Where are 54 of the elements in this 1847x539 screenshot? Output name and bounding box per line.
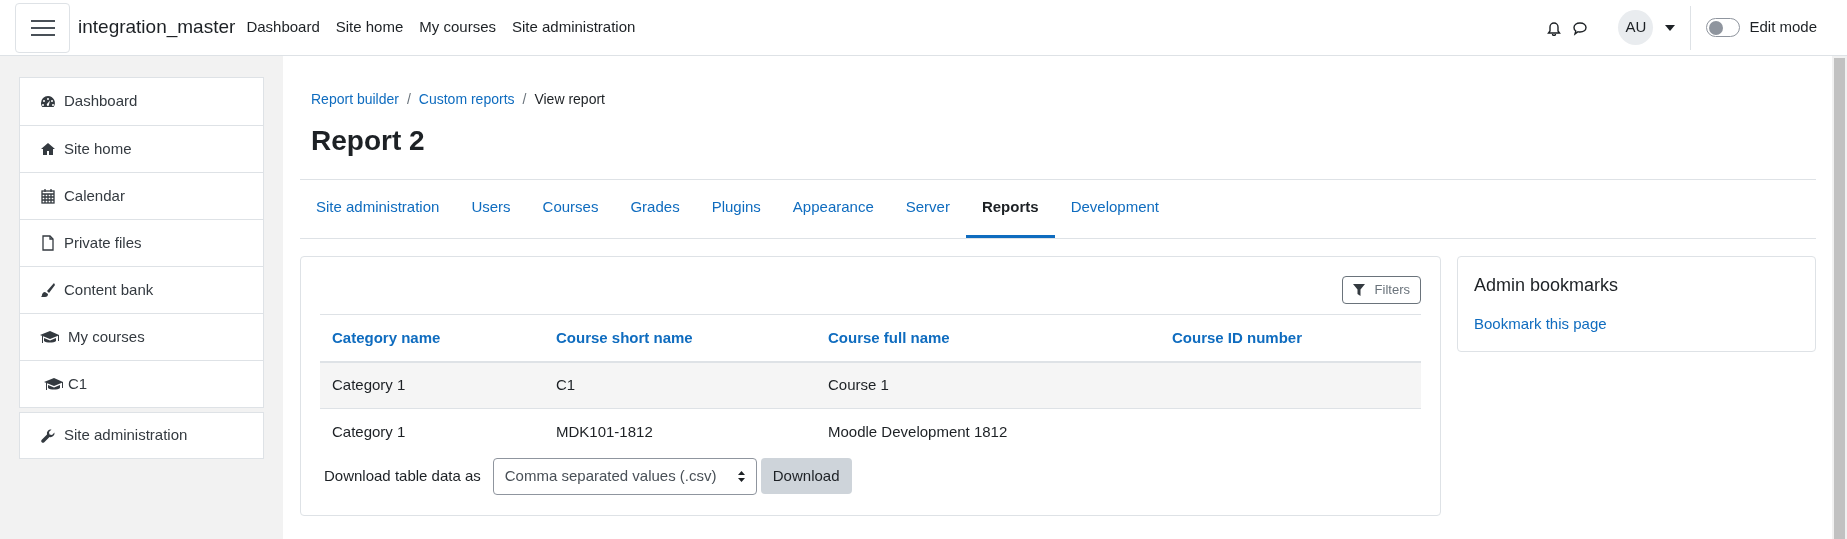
sidebar-item-label: Site administration bbox=[64, 425, 188, 446]
download-button[interactable]: Download bbox=[760, 458, 852, 494]
table-cell: C1 bbox=[556, 376, 576, 393]
table-cell: MDK101-1812 bbox=[556, 423, 653, 440]
sidebar-item-label: Content bank bbox=[64, 279, 154, 300]
card-title: Admin bookmarks bbox=[1474, 274, 1620, 297]
nav-link[interactable]: Dashboard bbox=[238, 16, 328, 39]
sidebar-item[interactable]: Site administration bbox=[19, 412, 264, 459]
breadcrumb-link[interactable]: Custom reports bbox=[418, 89, 515, 110]
nav-tab[interactable]: Development bbox=[1054, 180, 1175, 238]
sidebar-item[interactable]: Calendar bbox=[20, 172, 263, 219]
bookmark-link[interactable]: Bookmark this page bbox=[1474, 313, 1799, 336]
sidebar-item[interactable]: My courses bbox=[20, 313, 263, 360]
table-cell: Moodle Development 1812 bbox=[828, 423, 1008, 440]
column-header[interactable]: Course short name bbox=[544, 314, 816, 362]
breadcrumb-link[interactable]: Report builder bbox=[311, 89, 399, 110]
download-label: Download table data as bbox=[324, 465, 481, 486]
page-title: Report 2 bbox=[310, 124, 426, 158]
nav-tab[interactable]: Appearance bbox=[776, 180, 890, 238]
site-name[interactable]: integration_master bbox=[78, 13, 236, 42]
format-select[interactable]: Comma separated values (.csv) bbox=[492, 457, 757, 495]
nav-tab[interactable]: Reports bbox=[965, 180, 1055, 238]
breadcrumb-current: View report bbox=[534, 90, 605, 109]
sidebar-item[interactable]: Private files bbox=[20, 219, 263, 266]
nav-tab[interactable]: Plugins bbox=[695, 180, 777, 238]
nav-tab[interactable]: Courses bbox=[526, 180, 615, 238]
breadcrumb-separator: / bbox=[521, 90, 528, 109]
breadcrumb-separator: / bbox=[405, 90, 412, 109]
nav-tab[interactable]: Grades bbox=[614, 180, 696, 238]
column-header[interactable]: Course full name bbox=[816, 314, 1160, 362]
sidebar-item[interactable]: C1 bbox=[20, 360, 263, 407]
nav-tab[interactable]: Server bbox=[889, 180, 966, 238]
sidebar-item-label: Calendar bbox=[64, 185, 125, 206]
column-header[interactable]: Course ID number bbox=[1160, 314, 1421, 362]
nav-link[interactable]: My courses bbox=[411, 16, 504, 39]
table-cell: Category 1 bbox=[332, 423, 406, 440]
user-avatar[interactable]: AU bbox=[1618, 10, 1654, 45]
sidebar-item-label: Private files bbox=[64, 232, 142, 253]
column-header[interactable]: Category name bbox=[320, 314, 544, 362]
sidebar-item-label: Dashboard bbox=[64, 91, 138, 112]
filters-button[interactable]: Filters bbox=[1341, 276, 1421, 304]
table-cell: Course 1 bbox=[828, 376, 889, 393]
nav-tab[interactable]: Site administration bbox=[300, 180, 456, 238]
nav-link[interactable]: Site administration bbox=[504, 16, 644, 39]
sidebar-item-label: C1 bbox=[68, 373, 88, 394]
sidebar-item[interactable]: Dashboard bbox=[20, 78, 263, 125]
table-cell: Category 1 bbox=[332, 376, 406, 393]
edit-mode-label: Edit mode bbox=[1749, 17, 1817, 38]
nav-link[interactable]: Site home bbox=[327, 16, 412, 39]
sidebar-item[interactable]: Site home bbox=[20, 125, 263, 172]
nav-tab[interactable]: Users bbox=[455, 180, 527, 238]
sidebar-item-label: Site home bbox=[64, 138, 132, 159]
sidebar-item-label: My courses bbox=[68, 326, 145, 347]
sidebar-item[interactable]: Content bank bbox=[20, 266, 263, 313]
